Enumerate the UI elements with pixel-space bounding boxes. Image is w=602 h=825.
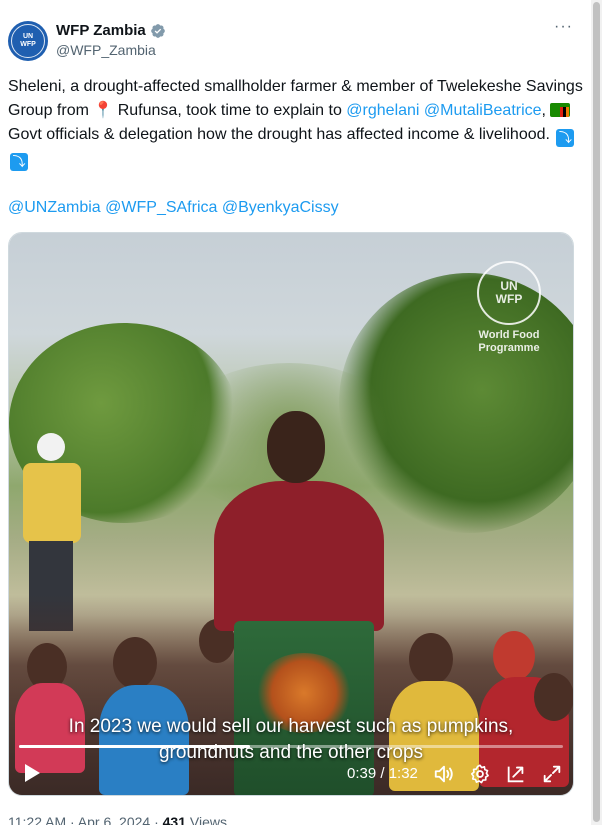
un-wfp-logo-icon: UN WFP: [11, 24, 45, 58]
tweet-text-segment: ,: [541, 102, 551, 119]
avatar-text-top: UN: [22, 33, 34, 40]
meta-separator: ·: [66, 814, 78, 825]
gear-icon[interactable]: [469, 763, 491, 785]
video-progress-bar[interactable]: [19, 745, 563, 748]
tweet-mentions[interactable]: @UNZambia @WFP_SAfrica @ByenkyaCissy: [8, 196, 339, 220]
caption-line-1: In 2023 we would sell our harvest such a…: [68, 716, 514, 737]
watermark-text: World Food Programme: [469, 329, 549, 355]
author-name-row: WFP Zambia: [56, 22, 166, 39]
video-time: 0:39 / 1:32: [347, 765, 418, 782]
pip-icon[interactable]: [505, 763, 527, 785]
mention-link[interactable]: @MutaliBeatrice: [424, 102, 542, 119]
tweet-text-segment: Govt officials & delegation how the drou…: [8, 126, 555, 143]
video-progress-fill: [19, 745, 250, 748]
mention-link[interactable]: @rghelani: [346, 102, 419, 119]
un-wfp-emblem-icon: UN WFP: [477, 261, 541, 325]
video-player[interactable]: UN WFP World Food Programme In 2023 we w…: [8, 232, 574, 796]
views-count: 431: [162, 814, 186, 825]
more-options-button[interactable]: ···: [554, 18, 573, 36]
zambia-flag-icon: [550, 103, 571, 117]
page-scrollbar[interactable]: [591, 0, 602, 825]
arrow-down-emoji-icon: ⤵: [556, 129, 575, 147]
avatar[interactable]: UN WFP: [8, 21, 48, 61]
meta-separator: ·: [150, 814, 163, 825]
author-handle[interactable]: @WFP_Zambia: [56, 42, 156, 58]
tweet: UN WFP WFP Zambia @WFP_Zambia ··· Shelen…: [0, 0, 591, 825]
watermark-line-1: World Food: [478, 329, 540, 341]
verified-badge-icon: [150, 23, 165, 38]
views-label: Views: [186, 814, 227, 825]
scrollbar-thumb[interactable]: [593, 2, 600, 822]
video-controls: 0:39 / 1:32: [9, 755, 573, 795]
tweet-text: Sheleni, a drought-affected smallholder …: [8, 75, 583, 171]
arrow-down-emoji-icon: ⤵: [10, 153, 28, 171]
tweet-date[interactable]: Apr 6, 2024: [78, 814, 150, 825]
location-pin-icon: 📍: [93, 102, 114, 119]
speaker-figure: [214, 481, 384, 631]
play-icon[interactable]: [23, 763, 41, 783]
watermark-line-2: Programme: [478, 342, 540, 354]
tweet-meta: 11:22 AM · Apr 6, 2024 · 431 Views: [8, 814, 227, 825]
tweet-text-segment: Rufunsa, took time to explain to: [113, 102, 347, 119]
display-name[interactable]: WFP Zambia: [56, 22, 146, 39]
tweet-time[interactable]: 11:22 AM: [8, 814, 66, 825]
avatar-text-bottom: WFP: [20, 41, 36, 48]
volume-icon[interactable]: [433, 763, 455, 785]
speaker-head: [267, 411, 325, 483]
fullscreen-icon[interactable]: [541, 763, 563, 785]
wfp-watermark: UN WFP World Food Programme: [469, 261, 549, 355]
watermark-mark-bottom: WFP: [495, 292, 523, 306]
